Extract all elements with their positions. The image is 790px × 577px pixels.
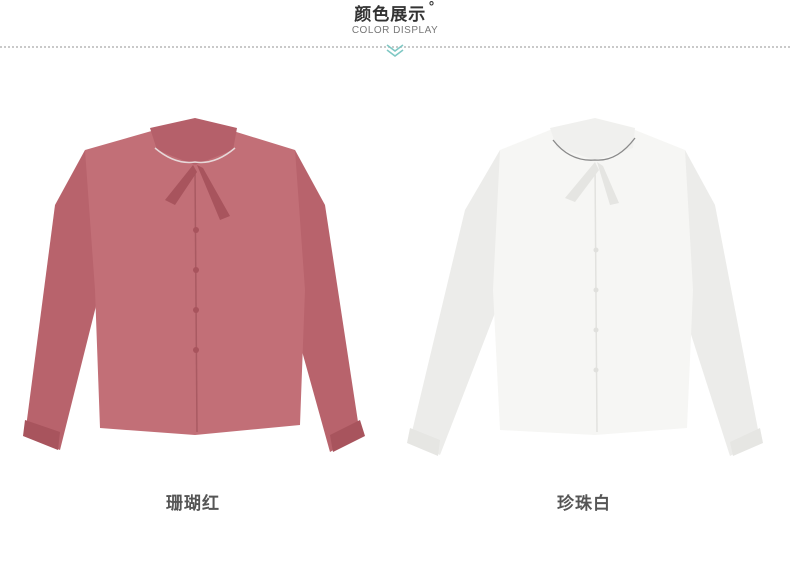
- section-header: 颜色展示 ° COLOR DISPLAY: [0, 0, 790, 70]
- color-label-pearl-white: 珍珠白: [557, 494, 611, 514]
- section-title-text: 颜色展示: [354, 5, 427, 25]
- section-subtitle: COLOR DISPLAY: [351, 25, 439, 36]
- double-chevron-down-icon: [386, 44, 404, 57]
- product-image-coral-red: [15, 110, 375, 470]
- product-image-pearl-white: [405, 110, 765, 470]
- degree-mark: °: [428, 0, 436, 15]
- white-shirt-illustration: [407, 118, 763, 456]
- coral-shirt-illustration: [23, 118, 365, 452]
- color-label-coral-red: 珊瑚红: [166, 494, 220, 514]
- section-title: 颜色展示 °: [0, 0, 790, 25]
